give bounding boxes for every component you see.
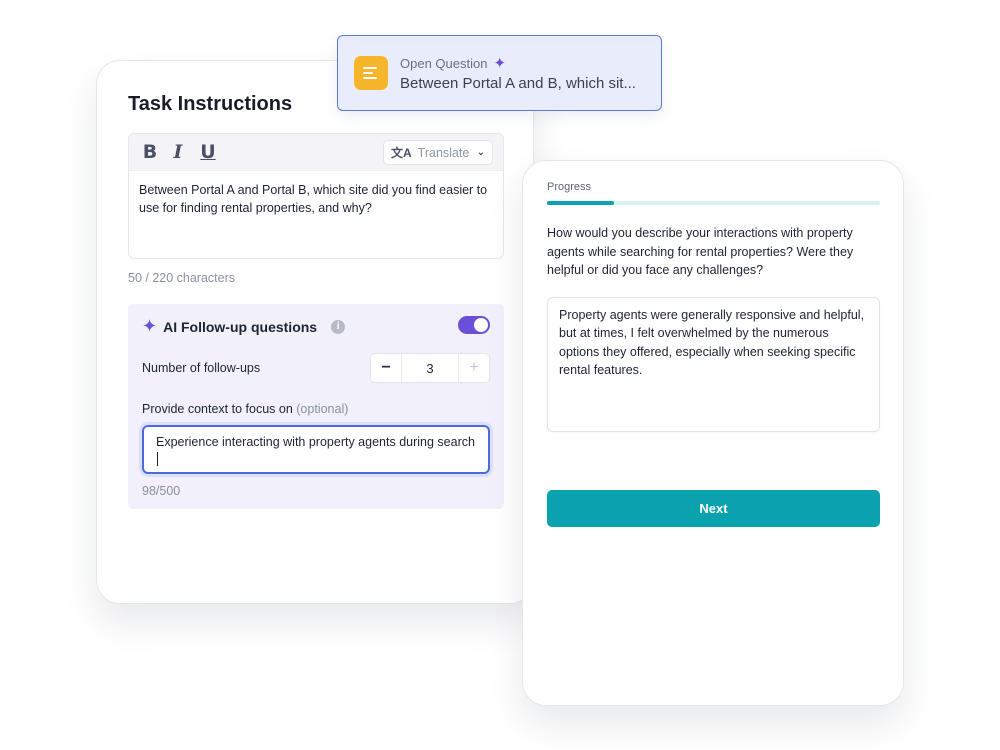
context-input[interactable]: Experience interacting with property age…: [142, 425, 490, 474]
translate-icon: 文A: [391, 146, 412, 160]
sparkle-icon: ✦: [142, 316, 158, 336]
next-button[interactable]: Next: [547, 490, 880, 527]
survey-question: How would you describe your interactions…: [547, 226, 854, 277]
open-question-card[interactable]: Open Question ✦ Between Portal A and B, …: [337, 35, 662, 111]
text-caret: [157, 452, 158, 466]
followups-label: Number of follow-ups: [142, 361, 261, 375]
followups-value[interactable]: 3: [402, 354, 458, 382]
task-instructions-card: Task Instructions B I U 文A Translate ⌄ B…: [96, 60, 534, 604]
optional-hint: (optional): [296, 402, 349, 416]
info-icon[interactable]: i: [331, 319, 346, 334]
progress-fill: [547, 201, 614, 205]
question-preview: Between Portal A and B, which sit...: [400, 75, 636, 92]
context-input-text: Experience interacting with property age…: [156, 435, 475, 449]
text-lines-icon: [354, 56, 388, 90]
progress-label: Progress: [547, 181, 592, 193]
ai-followup-header: ✦ AI Follow-up questions i: [142, 316, 346, 337]
context-label-text: Provide context to focus on: [142, 402, 293, 416]
progress-bar: [547, 201, 880, 205]
decrement-button[interactable]: −: [371, 354, 402, 382]
italic-button[interactable]: I: [167, 141, 189, 163]
followups-stepper[interactable]: − 3 +: [370, 353, 490, 383]
increment-button[interactable]: +: [458, 354, 489, 382]
underline-button[interactable]: U: [197, 141, 219, 163]
translate-label: Translate: [417, 145, 470, 160]
question-type: Open Question ✦: [400, 54, 506, 72]
ai-followup-toggle[interactable]: [458, 316, 490, 334]
context-label: Provide context to focus on (optional): [142, 402, 348, 416]
translate-dropdown[interactable]: 文A Translate ⌄: [383, 140, 493, 165]
context-count: 98/500: [142, 484, 181, 498]
question-type-label: Open Question: [400, 55, 488, 71]
answer-textarea[interactable]: Property agents were generally responsiv…: [547, 297, 880, 432]
bold-button[interactable]: B: [139, 141, 161, 163]
instructions-editor[interactable]: B I U 文A Translate ⌄ Between Portal A an…: [128, 133, 504, 259]
sparkle-icon: ✦: [493, 55, 507, 72]
editor-toolbar: B I U 文A Translate ⌄: [129, 134, 503, 171]
chevron-down-icon: ⌄: [476, 147, 485, 158]
character-count: 50 / 220 characters: [128, 271, 236, 285]
toggle-knob: [474, 318, 488, 332]
ai-followup-panel: ✦ AI Follow-up questions i Number of fol…: [128, 304, 504, 509]
survey-preview-card: Progress How would you describe your int…: [522, 160, 904, 706]
page-title: Task Instructions: [128, 93, 293, 115]
instructions-text[interactable]: Between Portal A and Portal B, which sit…: [129, 171, 503, 227]
ai-followup-title: AI Follow-up questions: [163, 318, 318, 335]
